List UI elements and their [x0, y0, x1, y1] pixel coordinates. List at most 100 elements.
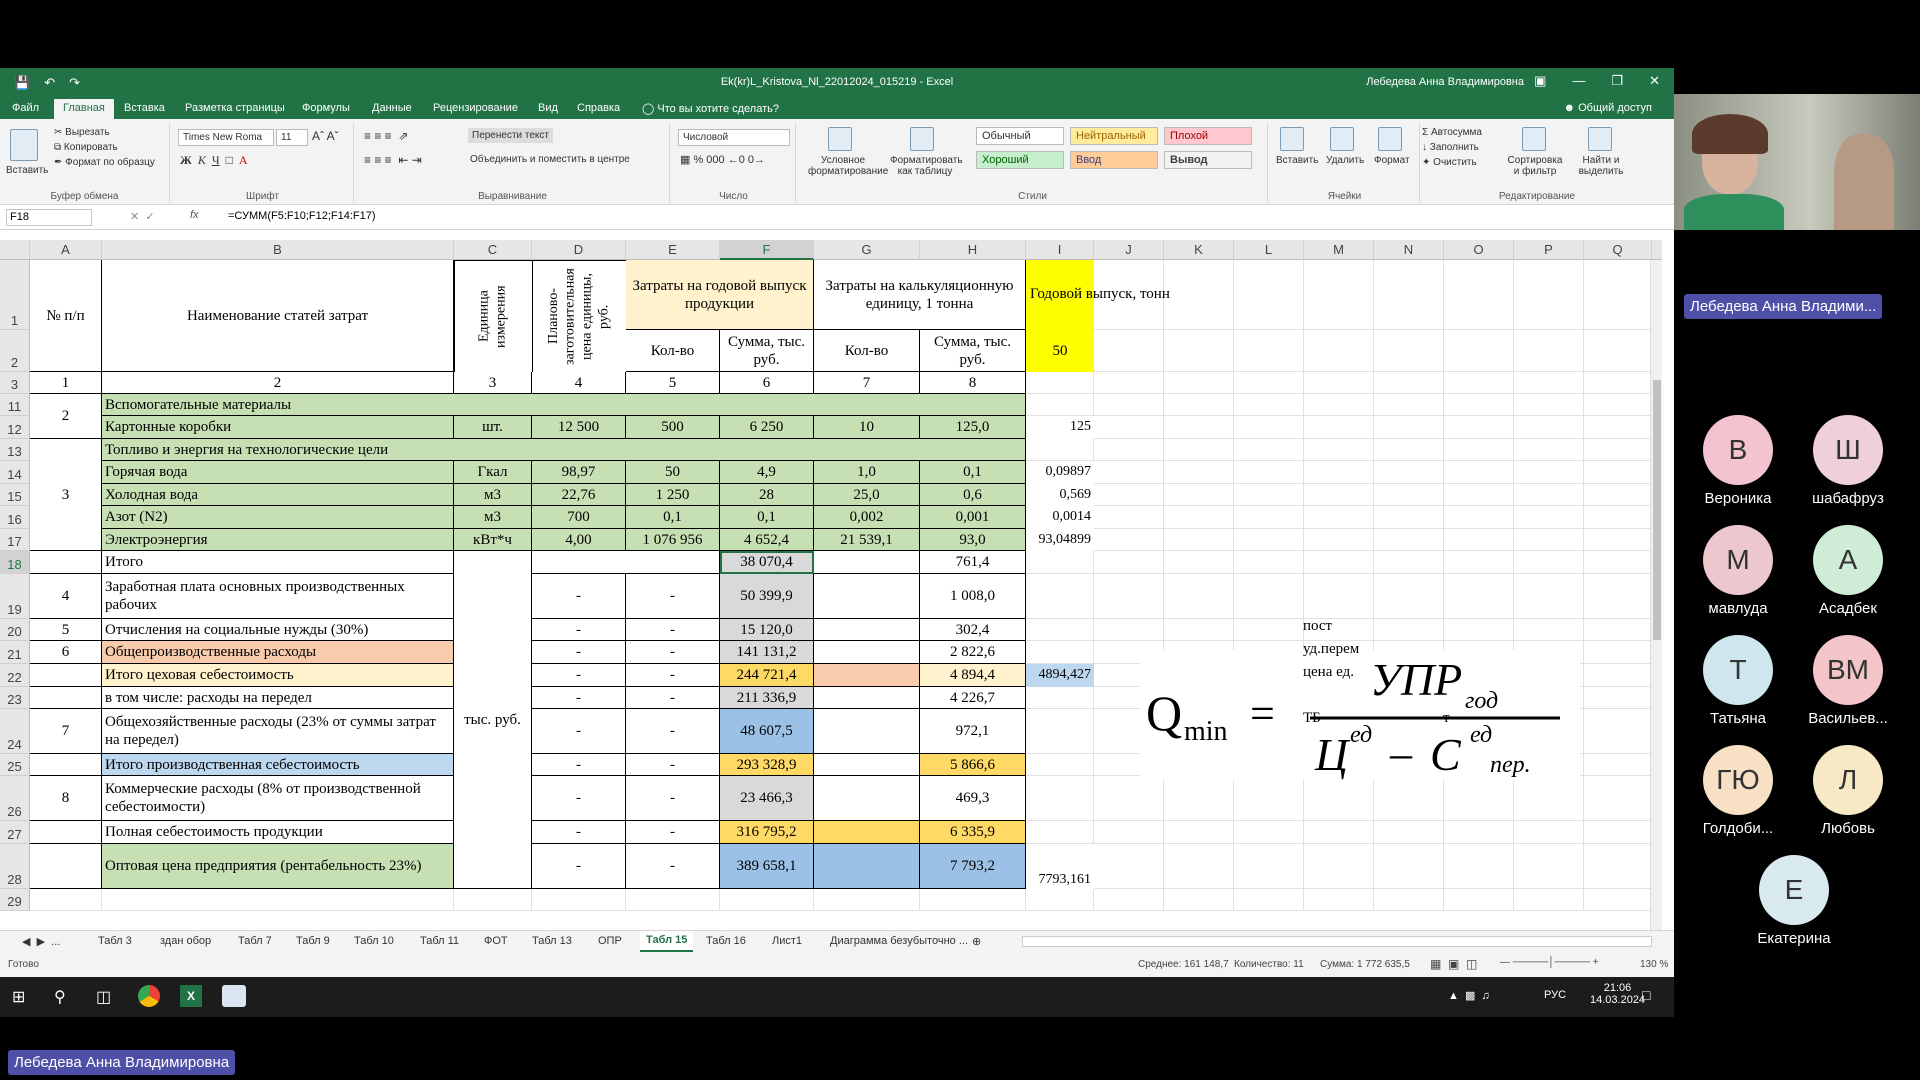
- cell-O14[interactable]: [1444, 461, 1514, 484]
- cell-B25[interactable]: Итого производственная себестоимость: [102, 754, 454, 776]
- halign-icons[interactable]: ≡ ≡ ≡ ⇤ ⇥: [364, 153, 422, 167]
- cell-N12[interactable]: [1374, 416, 1444, 439]
- participant-avatar[interactable]: Т: [1703, 635, 1773, 705]
- row-header-28[interactable]: 28: [0, 844, 30, 889]
- zoom-level[interactable]: 130 %: [1640, 959, 1668, 970]
- cell-C18-unit[interactable]: тыс. руб.: [454, 551, 532, 889]
- cell-O27[interactable]: [1444, 821, 1514, 844]
- cell-N15[interactable]: [1374, 484, 1444, 506]
- cell-A26[interactable]: 8: [30, 776, 102, 821]
- sort-filter-icon[interactable]: [1522, 127, 1546, 151]
- row-header-23[interactable]: 23: [0, 687, 30, 709]
- cell-J17[interactable]: [1094, 529, 1164, 551]
- insert-cells-button[interactable]: Вставить: [1276, 155, 1318, 166]
- cell-N28[interactable]: [1374, 844, 1444, 889]
- cell-E21[interactable]: -: [626, 641, 720, 664]
- cell-Q2[interactable]: [1584, 330, 1652, 372]
- format-table-button[interactable]: Форматировать как таблицу: [890, 155, 963, 177]
- cell-G16[interactable]: 0,002: [814, 506, 920, 529]
- cell-B11[interactable]: Вспомогательные материалы: [102, 394, 1026, 416]
- cell-B15[interactable]: Холодная вода: [102, 484, 454, 506]
- autosum-button[interactable]: Σ Автосумма: [1422, 127, 1482, 138]
- cell-B24[interactable]: Общехозяйственные расходы (23% от суммы …: [102, 709, 454, 754]
- header-sum-unit[interactable]: Сумма, тыс. руб.: [920, 330, 1026, 372]
- cell-K1[interactable]: [1164, 260, 1234, 330]
- delete-cells-icon[interactable]: [1330, 127, 1354, 151]
- cell-K17[interactable]: [1164, 529, 1234, 551]
- cell-I24[interactable]: [1026, 709, 1094, 754]
- cell-K13[interactable]: [1164, 439, 1234, 461]
- cell-K20[interactable]: [1164, 619, 1234, 641]
- cell-F20[interactable]: 15 120,0: [720, 619, 814, 641]
- cell-B19[interactable]: Заработная плата основных производственн…: [102, 574, 454, 619]
- wrap-text-button[interactable]: Перенести текст: [468, 128, 553, 143]
- style-input[interactable]: Ввод: [1070, 151, 1158, 169]
- cell-I21[interactable]: [1026, 641, 1094, 664]
- cancel-enter-icons[interactable]: ✕ ✓: [130, 210, 155, 223]
- header-qty-annual[interactable]: Кол-во: [626, 330, 720, 372]
- header-index-8[interactable]: 8: [920, 372, 1026, 394]
- cell-G24[interactable]: [814, 709, 920, 754]
- cell-I15[interactable]: 0,569: [1026, 484, 1094, 506]
- row-header-22[interactable]: 22: [0, 664, 30, 687]
- align-icons[interactable]: ≡ ≡ ≡ ⇗: [364, 129, 408, 143]
- cell-H15[interactable]: 0,6: [920, 484, 1026, 506]
- number-format-select[interactable]: Числовой: [678, 129, 790, 146]
- cell-D17[interactable]: 4,00: [532, 529, 626, 551]
- cell-F28[interactable]: 389 658,1: [720, 844, 814, 889]
- cell-H20[interactable]: 302,4: [920, 619, 1026, 641]
- cell-P2[interactable]: [1514, 330, 1584, 372]
- cell-H22[interactable]: 4 894,4: [920, 664, 1026, 687]
- sheet-tab-10[interactable]: Табл 15: [640, 931, 694, 952]
- formula-input[interactable]: =СУММ(F5:F10;F12;F14:F17): [228, 210, 376, 222]
- cell-D25[interactable]: -: [532, 754, 626, 776]
- cell-F19[interactable]: 50 399,9: [720, 574, 814, 619]
- merge-center-button[interactable]: Объединить и поместить в центре: [470, 154, 630, 165]
- tray-icons[interactable]: ▲ ▩ ♫: [1448, 989, 1490, 1002]
- tab-page-layout[interactable]: Разметка страницы: [185, 102, 285, 114]
- row-header-21[interactable]: 21: [0, 641, 30, 664]
- cell-A19[interactable]: 4: [30, 574, 102, 619]
- row-header-12[interactable]: 12: [0, 416, 30, 439]
- cell-P29[interactable]: [1514, 889, 1584, 911]
- cell-M13[interactable]: [1304, 439, 1374, 461]
- sheet-tab-7[interactable]: ФОТ: [484, 935, 508, 947]
- minimize-icon[interactable]: —: [1572, 73, 1585, 89]
- cell-O28[interactable]: [1444, 844, 1514, 889]
- font-style-buttons[interactable]: Ж К Ч □ A: [180, 153, 248, 168]
- cell-Q20[interactable]: [1584, 619, 1652, 641]
- worksheet-grid[interactable]: ABCDEFGHIJKLMNOPQ 1 2 3 11 12 13 14 15 16 17 18 19 2…: [0, 240, 1662, 930]
- horizontal-scrollbar[interactable]: [1022, 936, 1652, 947]
- cell-L26[interactable]: [1234, 776, 1304, 821]
- input-language[interactable]: РУС: [1544, 989, 1566, 1001]
- cell-P28[interactable]: [1514, 844, 1584, 889]
- conditional-format-button[interactable]: Условное форматирование: [808, 155, 888, 177]
- row-header-2[interactable]: 2: [0, 330, 30, 372]
- cell-N11[interactable]: [1374, 394, 1444, 416]
- cell-B13[interactable]: Топливо и энергия на технологические цел…: [102, 439, 1026, 461]
- cell-A20[interactable]: 5: [30, 619, 102, 641]
- cell-D22[interactable]: -: [532, 664, 626, 687]
- cell-G14[interactable]: 1,0: [814, 461, 920, 484]
- app-icon[interactable]: [222, 985, 246, 1007]
- cell-P17[interactable]: [1514, 529, 1584, 551]
- cell-G25[interactable]: [814, 754, 920, 776]
- clear-button[interactable]: ✦ Очистить: [1422, 157, 1477, 168]
- cell-I16[interactable]: 0,0014: [1026, 506, 1094, 529]
- cell-E29[interactable]: [626, 889, 720, 911]
- cell-A23[interactable]: [30, 687, 102, 709]
- cell-H28[interactable]: 7 793,2: [920, 844, 1026, 889]
- cell-H16[interactable]: 0,001: [920, 506, 1026, 529]
- cell-B12[interactable]: Картонные коробки: [102, 416, 454, 439]
- cell-H12[interactable]: 125,0: [920, 416, 1026, 439]
- cell-B26[interactable]: Коммерческие расходы (8% от производстве…: [102, 776, 454, 821]
- cell-K28[interactable]: [1164, 844, 1234, 889]
- cell-K12[interactable]: [1164, 416, 1234, 439]
- cell-O29[interactable]: [1444, 889, 1514, 911]
- cell-F23[interactable]: 211 336,9: [720, 687, 814, 709]
- cell-M15[interactable]: [1304, 484, 1374, 506]
- cell-Q19[interactable]: [1584, 574, 1652, 619]
- cell-F25[interactable]: 293 328,9: [720, 754, 814, 776]
- cell-N19[interactable]: [1374, 574, 1444, 619]
- font-size-select[interactable]: 11: [276, 129, 308, 146]
